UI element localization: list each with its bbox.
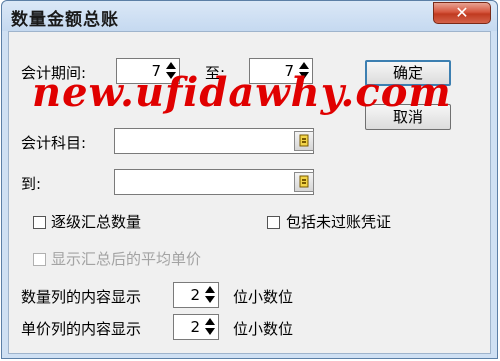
lookup-icon (299, 175, 309, 188)
price-decimals-spinner[interactable]: 2 (173, 314, 219, 340)
watermark-text: new.ufidawhy.com (32, 69, 452, 116)
account-label: 会计科目: (21, 134, 87, 152)
spin-up-icon[interactable] (205, 286, 215, 293)
to-account-field[interactable] (114, 169, 314, 195)
show-avg-price-checkbox[interactable] (33, 253, 46, 266)
window-title: 数量金额总账 (11, 10, 119, 30)
close-icon: ✕ (455, 3, 469, 22)
account-field[interactable] (114, 128, 314, 154)
show-avg-price-label[interactable]: 显示汇总后的平均单价 (51, 248, 201, 269)
qty-unit-label: 位小数位 (233, 288, 294, 306)
to-account-lookup-button[interactable] (294, 172, 314, 192)
price-decimals-arrows[interactable] (203, 316, 217, 338)
account-lookup-button[interactable] (294, 131, 314, 151)
include-unposted-label[interactable]: 包括未过账凭证 (286, 211, 391, 232)
qty-decimals-arrows[interactable] (203, 284, 217, 306)
spin-down-icon[interactable] (205, 328, 215, 335)
qty-column-label: 数量列的内容显示 (21, 288, 142, 306)
to-label: 到: (21, 175, 42, 193)
qty-decimals-spinner[interactable]: 2 (173, 282, 219, 308)
include-unposted-checkbox[interactable] (267, 216, 280, 229)
price-unit-label: 位小数位 (233, 320, 294, 338)
title-bar[interactable]: 数量金额总账 ✕ (2, 1, 497, 31)
cascade-summary-checkbox[interactable] (33, 216, 46, 229)
close-button[interactable]: ✕ (433, 2, 491, 24)
price-column-label: 单价列的内容显示 (21, 320, 142, 338)
qty-decimals-value: 2 (190, 286, 200, 304)
lookup-icon (299, 134, 309, 147)
spin-up-icon[interactable] (299, 62, 309, 69)
spin-up-icon[interactable] (166, 62, 176, 69)
price-decimals-value: 2 (190, 318, 200, 336)
cascade-summary-label[interactable]: 逐级汇总数量 (51, 211, 141, 232)
dialog-window: 数量金额总账 ✕ 会计期间: 7 至: 7 确定 取消 会计科目: 到: 逐级汇… (1, 0, 498, 359)
spin-down-icon[interactable] (205, 296, 215, 303)
spin-up-icon[interactable] (205, 318, 215, 325)
